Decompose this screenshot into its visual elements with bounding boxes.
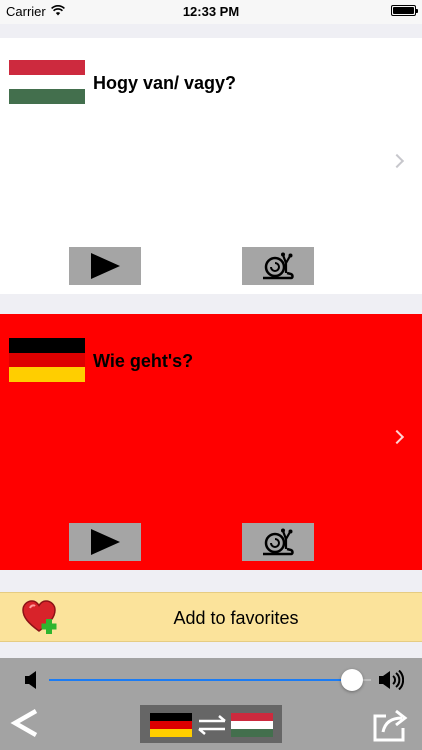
battery-icon — [391, 5, 418, 16]
target-phrase-card[interactable]: Wie geht's? — [0, 314, 422, 570]
source-phrase-text: Hogy van/ vagy? — [93, 73, 237, 93]
hungary-flag-icon — [9, 60, 85, 105]
back-button[interactable] — [10, 708, 40, 743]
favorites-label: Add to favorites — [173, 608, 299, 628]
volume-thumb[interactable] — [341, 669, 363, 691]
status-time: 12:33 PM — [182, 4, 240, 19]
play-icon — [91, 529, 120, 555]
germany-flag-icon — [150, 713, 192, 737]
hungary-flag-icon — [231, 713, 273, 737]
swap-arrows-icon — [195, 715, 229, 740]
play-slow-target-button[interactable] — [242, 523, 314, 561]
volume-fill — [49, 679, 352, 681]
snail-icon — [263, 528, 294, 556]
play-slow-source-button[interactable] — [242, 247, 314, 285]
volume-slider[interactable] — [49, 669, 371, 691]
status-bar: Carrier 12:33 PM — [0, 0, 422, 24]
volume-low-icon — [24, 670, 38, 695]
chevron-right-icon[interactable] — [389, 153, 405, 169]
germany-flag-icon — [9, 338, 85, 383]
bottom-toolbar — [0, 658, 422, 750]
play-source-button[interactable] — [69, 247, 141, 285]
play-icon — [91, 253, 120, 279]
snail-icon — [263, 252, 294, 280]
target-phrase-text: Wie geht's? — [93, 351, 194, 371]
volume-high-icon — [378, 669, 405, 695]
swap-languages-button[interactable] — [140, 705, 282, 743]
add-to-favorites-button[interactable]: Add to favorites — [0, 592, 422, 642]
share-button[interactable] — [372, 708, 410, 747]
chevron-right-icon[interactable] — [389, 429, 405, 445]
chevron-left-icon — [10, 709, 38, 737]
play-target-button[interactable] — [69, 523, 141, 561]
share-icon — [373, 709, 408, 742]
source-phrase-card[interactable]: Hogy van/ vagy? — [0, 38, 422, 294]
